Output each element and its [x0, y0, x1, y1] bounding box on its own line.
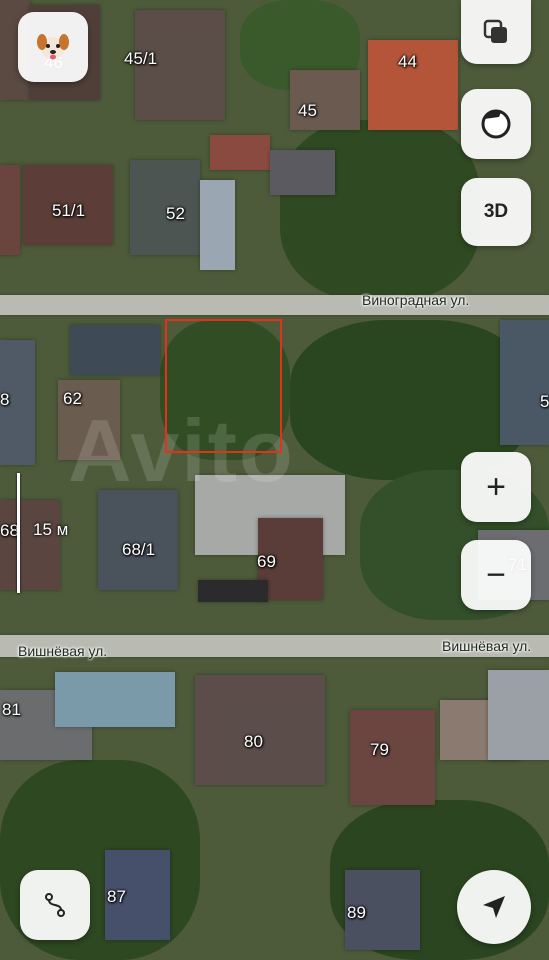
- parked-cars: [198, 580, 268, 602]
- tree-canopy: [280, 120, 480, 300]
- house-roof: [55, 672, 175, 727]
- house-roof: [195, 675, 325, 785]
- house-number: 81: [2, 700, 21, 719]
- route-button[interactable]: [20, 870, 90, 940]
- half-circle-icon: [481, 109, 511, 139]
- view-3d-label: 3D: [483, 201, 509, 222]
- house-number: 5: [540, 392, 549, 411]
- theme-toggle-button[interactable]: [461, 89, 531, 159]
- house-number: 51/1: [52, 201, 86, 220]
- layers-icon: [483, 19, 507, 43]
- house-roof: [488, 670, 549, 760]
- view-3d-button[interactable]: 3D: [461, 178, 531, 246]
- plot-outline[interactable]: [165, 319, 282, 453]
- house-roof: [0, 165, 20, 255]
- scale-label: 15 м: [33, 520, 69, 539]
- zoom-in-label: +: [486, 468, 506, 506]
- house-roof: [70, 325, 160, 375]
- house-roof: [270, 150, 335, 195]
- house-roof: [350, 710, 435, 805]
- house-number: 69: [257, 552, 276, 571]
- house-roof: [290, 70, 360, 130]
- scale-bar: [17, 473, 20, 593]
- house-roof: [130, 160, 200, 255]
- house-number: 45: [298, 101, 317, 120]
- house-roof: [500, 320, 549, 445]
- street-label-vishnevaya-left: Вишнёвая ул.: [18, 643, 108, 659]
- route-icon: [45, 893, 65, 917]
- house-number: 80: [244, 732, 263, 751]
- zoom-out-button[interactable]: −: [461, 540, 531, 610]
- street-label-vinogradnaya: Виноградная ул.: [362, 292, 470, 308]
- profile-avatar-button[interactable]: [18, 12, 88, 82]
- zoom-out-label: −: [486, 556, 506, 594]
- dog-face-icon: [37, 34, 69, 60]
- layers-button[interactable]: [461, 0, 531, 64]
- house-number: 52: [166, 204, 185, 223]
- house-number: 89: [347, 903, 366, 922]
- street-label-vishnevaya-right: Вишнёвая ул.: [442, 638, 532, 654]
- house-roof: [200, 180, 235, 270]
- house-number: 45/1: [124, 49, 158, 68]
- zoom-in-button[interactable]: +: [461, 452, 531, 522]
- house-number: 87: [107, 887, 126, 906]
- house-number: 44: [398, 52, 417, 71]
- my-location-button[interactable]: [457, 870, 531, 944]
- house-number: 68/1: [122, 540, 156, 559]
- house-number: 8: [0, 390, 10, 409]
- navigation-arrow-icon: [483, 896, 505, 918]
- house-roof: [210, 135, 270, 170]
- house-number: 79: [370, 740, 389, 759]
- house-roof: [0, 500, 60, 590]
